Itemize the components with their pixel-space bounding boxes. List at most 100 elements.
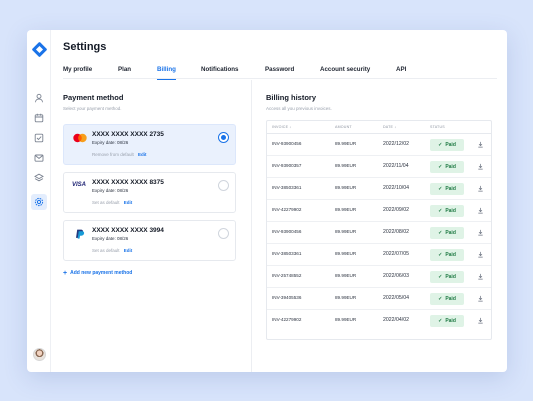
invoice-date: 2022/06/03	[383, 273, 409, 279]
card-expiry: Expiry date: 08/26	[92, 236, 129, 241]
table-row: INV-25748552 89.99EUR 2022/06/03 ✓ Paid	[267, 266, 491, 288]
column-invoice[interactable]: INVOICE ↓	[272, 125, 291, 129]
tab-notifications[interactable]: Notifications	[201, 66, 238, 79]
table-row: INV-38503361 89.99EUR 2022/07/05 ✓ Paid	[267, 244, 491, 266]
set-default-link[interactable]: Set as default	[92, 248, 120, 253]
status-badge: ✓ Paid	[430, 293, 464, 305]
invoice-amount: 89.99EUR	[335, 141, 357, 146]
layers-icon[interactable]	[34, 173, 44, 183]
app-logo-icon[interactable]	[31, 41, 48, 58]
invoice-date: 2022/05/04	[383, 295, 409, 301]
invoice-id: INV-93900456	[272, 141, 302, 146]
card-number: XXXX XXXX XXXX 2735	[92, 131, 164, 138]
download-icon[interactable]	[477, 141, 484, 148]
add-payment-method-label: Add new payment method	[70, 270, 133, 276]
status-label: Paid	[445, 274, 456, 280]
visa-icon: VISA	[72, 182, 87, 188]
card-actions: Remove from default Edit	[92, 152, 147, 157]
table-row: INV-93900456 89.99EUR 2022/12/02 ✓ Paid	[267, 134, 491, 156]
download-icon[interactable]	[477, 295, 484, 302]
card-radio[interactable]	[218, 228, 229, 239]
download-icon[interactable]	[477, 273, 484, 280]
table-row: INV-38503361 89.99EUR 2022/10/04 ✓ Paid	[267, 178, 491, 200]
invoice-id: INV-39405536	[272, 295, 302, 300]
card-number: XXXX XXXX XXXX 8375	[92, 179, 164, 186]
edit-card-link[interactable]: Edit	[124, 248, 133, 253]
invoice-amount: 89.99EUR	[335, 163, 357, 168]
tab-account-security[interactable]: Account security	[320, 66, 370, 79]
status-badge: ✓ Paid	[430, 139, 464, 151]
download-icon[interactable]	[477, 163, 484, 170]
invoice-amount: 89.99EUR	[335, 295, 357, 300]
card-expiry: Expiry date: 08/26	[92, 140, 129, 145]
invoice-amount: 89.99EUR	[335, 273, 357, 278]
invoice-id: INV-42279902	[272, 207, 302, 212]
card-radio-selected[interactable]	[218, 132, 229, 143]
tab-password[interactable]: Password	[265, 66, 294, 79]
download-icon[interactable]	[477, 317, 484, 324]
set-default-link[interactable]: Set as default	[92, 200, 120, 205]
tab-plan[interactable]: Plan	[118, 66, 131, 79]
invoice-id: INV-38503361	[272, 185, 302, 190]
invoice-date: 2022/07/05	[383, 251, 409, 257]
check-icon: ✓	[438, 230, 443, 236]
table-row: INV-42279902 89.99EUR 2022/04/02 ✓ Paid	[267, 310, 491, 332]
billing-history-title: Billing history	[266, 93, 317, 102]
status-label: Paid	[445, 318, 456, 324]
download-icon[interactable]	[477, 229, 484, 236]
add-payment-method-button[interactable]: + Add new payment method	[63, 270, 132, 277]
invoice-id: INV-93900357	[272, 163, 302, 168]
invoice-date: 2022/10/04	[383, 185, 409, 191]
calendar-icon[interactable]	[34, 113, 44, 123]
payment-method-subtitle: Select your payment method.	[63, 106, 122, 111]
download-icon[interactable]	[477, 251, 484, 258]
mastercard-icon	[73, 133, 87, 143]
invoice-date: 2022/08/02	[383, 229, 409, 235]
user-icon[interactable]	[34, 93, 44, 103]
card-actions: Set as default Edit	[92, 248, 132, 253]
check-icon: ✓	[438, 296, 443, 302]
card-radio[interactable]	[218, 180, 229, 191]
tab-api[interactable]: API	[396, 66, 406, 79]
invoice-amount: 89.99EUR	[335, 185, 357, 190]
payment-card-paypal[interactable]: XXXX XXXX XXXX 3994 Expiry date: 08/26 S…	[63, 220, 236, 261]
tab-billing[interactable]: Billing	[157, 66, 176, 80]
invoice-amount: 89.99EUR	[335, 251, 357, 256]
tab-my-profile[interactable]: My profile	[63, 66, 92, 79]
column-date[interactable]: DATE ↓	[383, 125, 396, 129]
settings-tabs: My profile Plan Billing Notifications Pa…	[63, 66, 497, 80]
mail-icon[interactable]	[34, 153, 44, 163]
status-label: Paid	[445, 252, 456, 258]
status-label: Paid	[445, 164, 456, 170]
status-label: Paid	[445, 186, 456, 192]
status-label: Paid	[445, 230, 456, 236]
billing-table: INVOICE ↓ AMOUNT DATE ↓ STATUS INV-93900…	[266, 120, 492, 340]
download-icon[interactable]	[477, 207, 484, 214]
sidebar	[27, 30, 51, 372]
edit-card-link[interactable]: Edit	[138, 152, 147, 157]
table-row: INV-93900357 89.99EUR 2022/11/04 ✓ Paid	[267, 156, 491, 178]
table-row: INV-93900456 89.99EUR 2022/08/02 ✓ Paid	[267, 222, 491, 244]
avatar[interactable]	[33, 348, 46, 361]
section-divider	[251, 80, 252, 372]
status-label: Paid	[445, 296, 456, 302]
column-status: STATUS	[430, 125, 445, 129]
status-badge: ✓ Paid	[430, 249, 464, 261]
status-label: Paid	[445, 142, 456, 148]
check-icon: ✓	[438, 186, 443, 192]
payment-card-mastercard[interactable]: XXXX XXXX XXXX 2735 Expiry date: 08/26 R…	[63, 124, 236, 165]
check-icon: ✓	[438, 274, 443, 280]
checkbox-icon[interactable]	[34, 133, 44, 143]
settings-icon[interactable]	[31, 194, 47, 210]
remove-default-link[interactable]: Remove from default	[92, 152, 134, 157]
check-icon: ✓	[438, 164, 443, 170]
status-badge: ✓ Paid	[430, 315, 464, 327]
settings-window: Settings My profile Plan Billing Notific…	[27, 30, 507, 372]
check-icon: ✓	[438, 318, 443, 324]
edit-card-link[interactable]: Edit	[124, 200, 133, 205]
payment-card-visa[interactable]: VISA XXXX XXXX XXXX 8375 Expiry date: 08…	[63, 172, 236, 213]
sort-arrow-icon: ↓	[394, 125, 397, 129]
invoice-date: 2022/09/02	[383, 207, 409, 213]
download-icon[interactable]	[477, 185, 484, 192]
invoice-amount: 89.99EUR	[335, 207, 357, 212]
